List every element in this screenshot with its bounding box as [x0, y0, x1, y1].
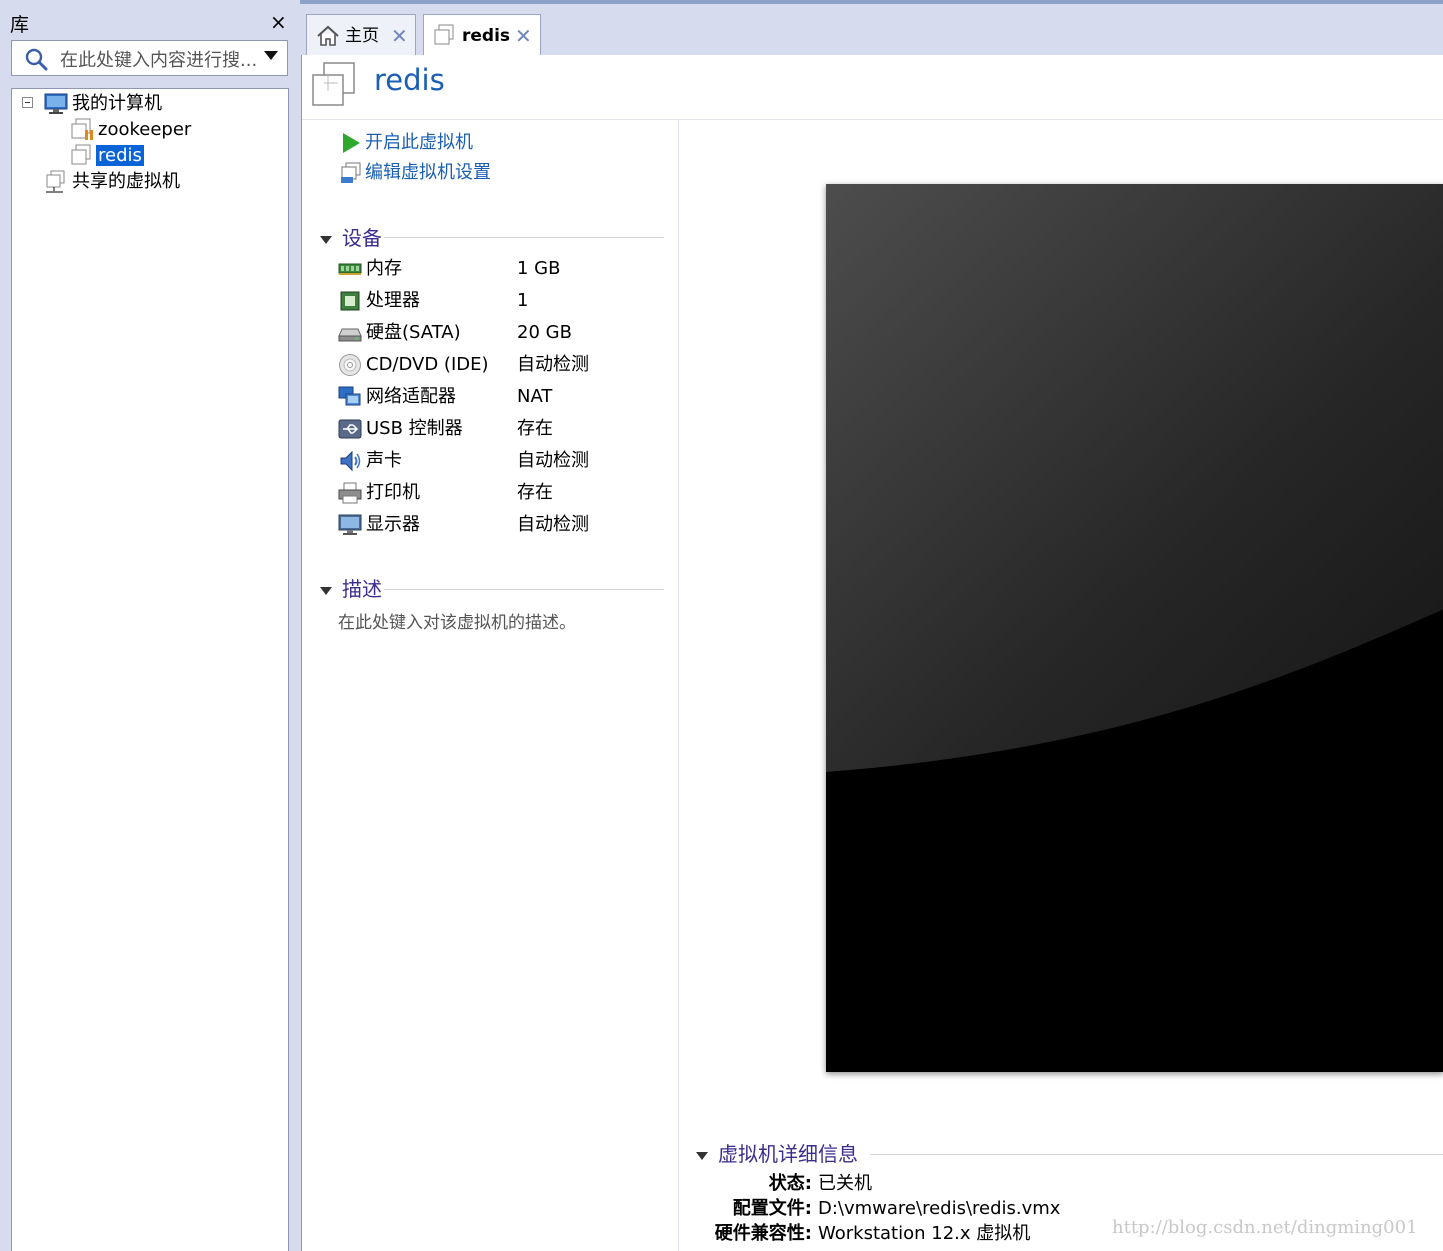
devices-header-label: 设备 — [342, 226, 382, 250]
devices-section-header[interactable]: 设备 — [320, 224, 382, 252]
shared-vms-icon — [46, 170, 65, 193]
network-adapter-icon — [338, 386, 361, 406]
library-search-box[interactable] — [11, 40, 288, 76]
tree-item-shared-vms[interactable]: 共享的虚拟机 — [44, 169, 182, 195]
device-name: 处理器 — [366, 290, 420, 311]
device-value: NAT — [517, 386, 553, 407]
search-input[interactable] — [58, 45, 258, 75]
description-section-header[interactable]: 描述 — [320, 575, 382, 603]
watermark: http://blog.csdn.net/dingming001 — [1112, 1217, 1418, 1238]
tab-close-icon[interactable]: ✕ — [515, 15, 532, 57]
power-on-button[interactable]: 开启此虚拟机 — [340, 129, 473, 157]
section-divider — [870, 1154, 1443, 1155]
page-title: redis — [374, 63, 445, 97]
device-value: 自动检测 — [517, 514, 589, 535]
device-name: USB 控制器 — [366, 418, 463, 439]
detail-row-state: 状态: 已关机 — [602, 1171, 872, 1196]
tab-home[interactable]: 主页 ✕ — [306, 14, 416, 59]
library-title: 库 — [10, 14, 30, 36]
edit-settings-button[interactable]: 编辑虚拟机设置 — [340, 159, 491, 187]
detail-key: 状态: — [768, 1173, 812, 1194]
detail-value: Workstation 12.x 虚拟机 — [818, 1223, 1031, 1244]
device-name: CD/DVD (IDE) — [366, 354, 489, 375]
cd-dvd-icon — [339, 354, 361, 376]
collapse-triangle-icon — [696, 1151, 708, 1160]
vm-header: redis — [302, 55, 1443, 120]
computer-icon — [44, 93, 68, 114]
tab-label: 主页 — [345, 26, 379, 46]
device-value: 1 GB — [517, 258, 561, 279]
device-name: 打印机 — [366, 482, 420, 503]
device-name: 硬盘(SATA) — [366, 322, 461, 343]
device-value: 20 GB — [517, 322, 572, 343]
edit-settings-label: 编辑虚拟机设置 — [365, 162, 491, 183]
tree-item-label: zookeeper — [98, 119, 192, 140]
library-pane: 库 × 我的计算机 zookeeper — [0, 0, 300, 1251]
power-on-label: 开启此虚拟机 — [365, 132, 473, 153]
collapse-triangle-icon — [320, 235, 332, 244]
device-name: 网络适配器 — [366, 386, 456, 407]
tab-close-icon[interactable]: ✕ — [391, 15, 408, 57]
library-tree: 我的计算机 zookeeper redis 共享的虚拟机 — [11, 88, 289, 1251]
description-text[interactable]: 在此处键入对该虚拟机的描述。 — [338, 608, 576, 633]
detail-key: 配置文件: — [732, 1198, 812, 1219]
processor-icon — [340, 291, 360, 311]
tab-redis[interactable]: redis ✕ — [423, 14, 541, 59]
tree-item-zookeeper[interactable]: zookeeper — [70, 117, 193, 143]
detail-value: D:\vmware\redis\redis.vmx — [818, 1198, 1061, 1219]
vm-screen-preview[interactable] — [826, 184, 1443, 1072]
home-icon — [317, 25, 339, 46]
play-icon — [343, 133, 360, 153]
tree-item-my-computer[interactable]: 我的计算机 — [44, 91, 164, 117]
device-name: 显示器 — [366, 514, 420, 535]
collapse-triangle-icon — [320, 586, 332, 595]
vm-info-column: 开启此虚拟机 编辑虚拟机设置 设备 内存 1 GB 处理器 1 硬盘(SATA) — [302, 120, 679, 1251]
section-divider — [384, 237, 664, 238]
device-value: 1 — [517, 290, 529, 311]
vm-paused-icon — [71, 118, 93, 140]
detail-row-config-file: 配置文件: D:\vmware\redis\redis.vmx — [602, 1196, 1061, 1221]
device-name: 声卡 — [366, 450, 402, 471]
device-value: 自动检测 — [517, 450, 589, 471]
device-value: 存在 — [517, 482, 553, 503]
device-value: 自动检测 — [517, 354, 589, 375]
settings-edit-icon — [341, 162, 361, 183]
usb-icon — [338, 419, 362, 439]
detail-key: 硬件兼容性: — [714, 1223, 812, 1244]
device-value: 存在 — [517, 418, 553, 439]
tree-item-label: redis — [96, 145, 144, 166]
vm-details-section-header[interactable]: 虚拟机详细信息 — [696, 1140, 858, 1168]
vm-icon — [71, 144, 91, 165]
tab-label: redis — [462, 26, 511, 46]
search-dropdown-icon[interactable] — [264, 51, 278, 60]
tree-item-label: 我的计算机 — [72, 93, 162, 114]
tab-bar: 主页 ✕ redis ✕ — [300, 0, 1443, 59]
vm-icon — [312, 62, 355, 106]
printer-icon — [338, 482, 362, 504]
detail-row-hardware-compat: 硬件兼容性: Workstation 12.x 虚拟机 — [602, 1221, 1030, 1246]
sound-card-icon — [340, 450, 361, 472]
library-close-icon[interactable]: × — [270, 10, 287, 34]
search-icon — [25, 48, 48, 71]
memory-icon — [338, 263, 362, 275]
hard-disk-icon — [338, 328, 362, 342]
detail-value: 已关机 — [818, 1173, 872, 1194]
vm-summary-page: redis 开启此虚拟机 编辑虚拟机设置 设备 内存 1 GB 处理器 1 硬盘… — [301, 55, 1443, 1251]
tree-item-label: 共享的虚拟机 — [72, 171, 180, 192]
tree-collapse-icon[interactable] — [22, 97, 33, 108]
tree-item-redis[interactable]: redis — [70, 143, 144, 169]
section-divider — [384, 589, 664, 590]
display-icon — [338, 514, 362, 535]
device-name: 内存 — [366, 258, 402, 279]
description-header-label: 描述 — [342, 577, 382, 601]
vm-icon — [434, 24, 454, 45]
vm-details-header-label: 虚拟机详细信息 — [718, 1142, 858, 1166]
